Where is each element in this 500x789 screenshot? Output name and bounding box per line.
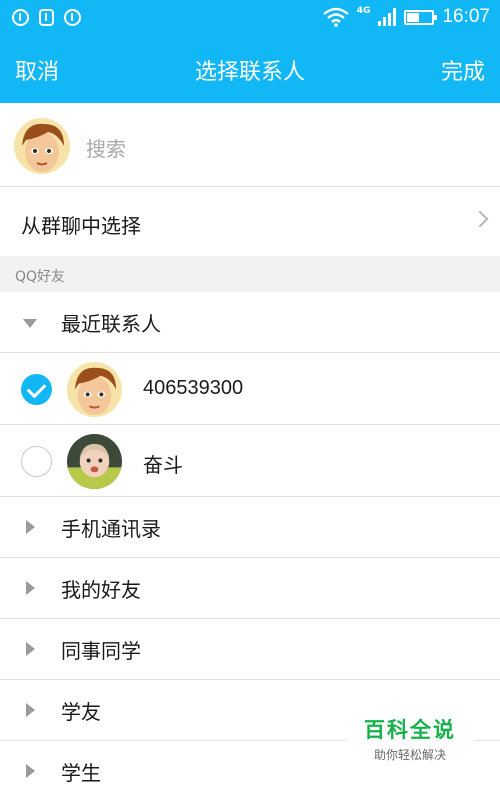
group-label: 学生 [61,761,101,785]
status-left-icons [12,9,81,26]
watermark-subtitle: 助你轻松解决 [373,748,446,762]
search-input[interactable] [86,129,466,169]
title-bar: 4G 16:07 取消 选择联系人 完成 [0,0,500,103]
contact-name: 406539300 [143,377,244,399]
status-bar: 4G 16:07 [0,0,500,36]
search-bar [0,103,500,187]
group-label: 同事同学 [61,639,141,663]
caret-right-icon [26,764,35,778]
wifi-icon [323,7,349,27]
unchecked-checkbox-icon[interactable] [21,446,52,477]
avatar [67,434,122,489]
signal-icon [378,8,397,26]
network-type: 4G [356,6,371,16]
group-label: 最近联系人 [61,312,161,336]
caret-right-icon [26,581,35,595]
section-label: QQ好友 [15,269,66,285]
chevron-right-icon [471,210,489,228]
done-button[interactable]: 完成 [441,54,485,86]
group-label: 学友 [61,700,101,724]
nav-bar: 取消 选择联系人 完成 [0,36,500,103]
avatar [67,362,122,417]
group-recent-contacts[interactable]: 最近联系人 [0,292,500,353]
sim-icon [39,9,54,26]
status-right-icons: 4G 16:07 [323,6,490,28]
select-from-group-chat[interactable]: 从群聊中选择 [0,188,500,256]
group-my-friends[interactable]: 我的好友 [0,558,500,619]
caret-right-icon [26,642,35,656]
caret-down-icon [23,319,37,328]
contact-row[interactable]: 奋斗 [0,425,500,497]
watermark-logo: 百科全说 助你轻松解决 [346,712,474,768]
contact-row[interactable]: 406539300 [0,353,500,425]
checked-checkbox-icon[interactable] [21,374,52,405]
group-label: 我的好友 [61,578,141,602]
group-label: 手机通讯录 [61,517,161,541]
avatar [14,118,70,174]
caret-right-icon [26,703,35,717]
section-header: QQ好友 [0,256,500,292]
notification-icon [12,9,29,26]
status-time: 16:07 [442,6,490,27]
alert-icon [64,9,81,26]
group-chat-label: 从群聊中选择 [21,214,141,238]
page-title: 选择联系人 [194,60,305,85]
caret-right-icon [26,520,35,534]
battery-icon [404,9,438,25]
contact-name: 奋斗 [143,453,183,477]
group-phone-contacts[interactable]: 手机通讯录 [0,497,500,558]
group-colleagues-classmates[interactable]: 同事同学 [0,619,500,680]
watermark-title: 百科全说 [364,718,456,742]
